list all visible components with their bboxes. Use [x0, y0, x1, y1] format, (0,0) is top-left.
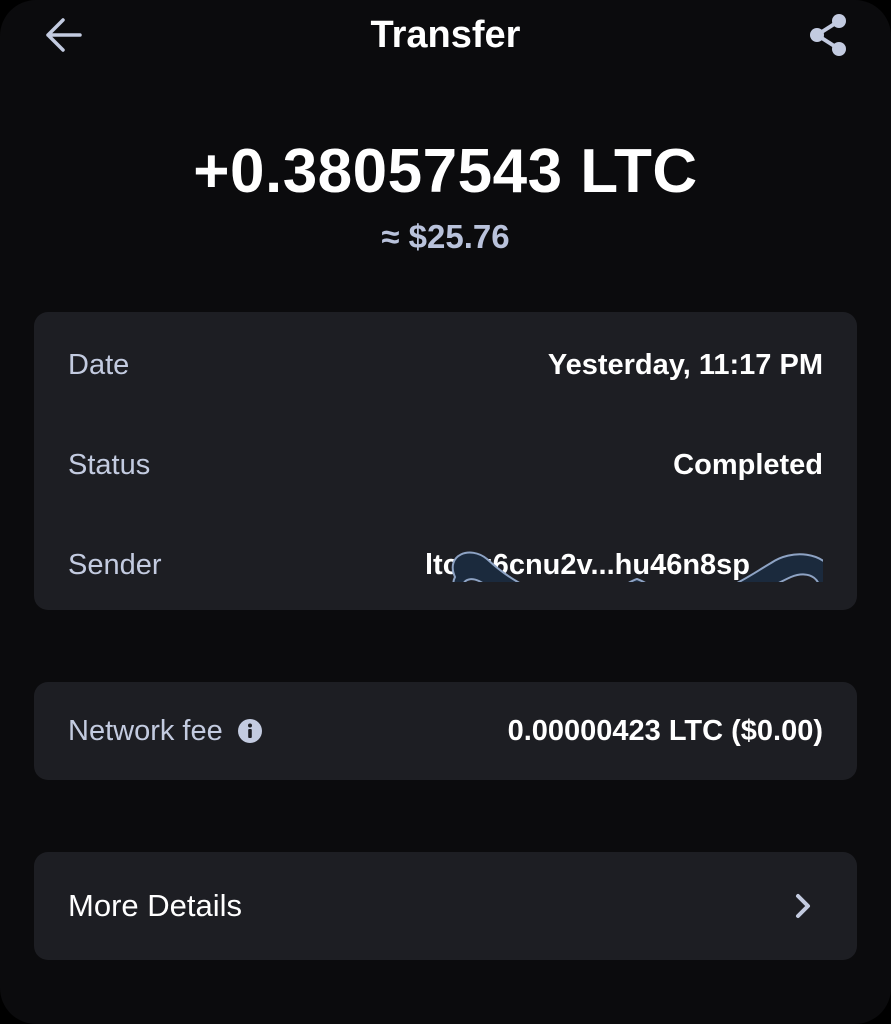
share-button[interactable] [800, 12, 856, 62]
status-row: Status Completed [34, 435, 857, 495]
share-icon [806, 12, 850, 63]
sender-label: Sender [68, 548, 162, 581]
more-details-button[interactable]: More Details [34, 852, 857, 960]
header: Transfer [0, 0, 891, 80]
network-fee-card: Network fee 0.00000423 LTC ($0.00) [34, 682, 857, 780]
info-icon[interactable] [237, 718, 263, 744]
page-title: Transfer [370, 14, 521, 56]
details-card: Date Yesterday, 11:17 PM Status Complete… [34, 312, 857, 610]
date-row: Date Yesterday, 11:17 PM [34, 335, 857, 395]
more-details-label: More Details [68, 888, 242, 923]
network-fee-label-group: Network fee [68, 715, 263, 748]
fiat-amount: ≈ $25.76 [381, 218, 510, 255]
status-label: Status [68, 448, 151, 481]
date-value: Yesterday, 11:17 PM [547, 348, 823, 381]
sender-row[interactable]: Sender ltc1q6cnu2v...hu46n8sp [34, 535, 857, 595]
more-details-row[interactable]: More Details [34, 876, 857, 936]
network-fee-label: Network fee [68, 714, 223, 747]
date-label: Date [68, 348, 130, 381]
transfer-screen: Transfer +0.38057543 LTC ≈ $25.76 Date Y… [0, 0, 891, 1024]
chevron-right-icon [793, 892, 813, 920]
transfer-amount: +0.38057543 LTC [193, 137, 698, 206]
status-value: Completed [673, 448, 823, 481]
sender-address-container[interactable]: ltc1q6cnu2v...hu46n8sp [425, 549, 823, 582]
sender-address: ltc1q6cnu2v...hu46n8sp [425, 548, 751, 581]
network-fee-value: 0.00000423 LTC ($0.00) [507, 714, 823, 747]
network-fee-row: Network fee 0.00000423 LTC ($0.00) [34, 701, 857, 761]
